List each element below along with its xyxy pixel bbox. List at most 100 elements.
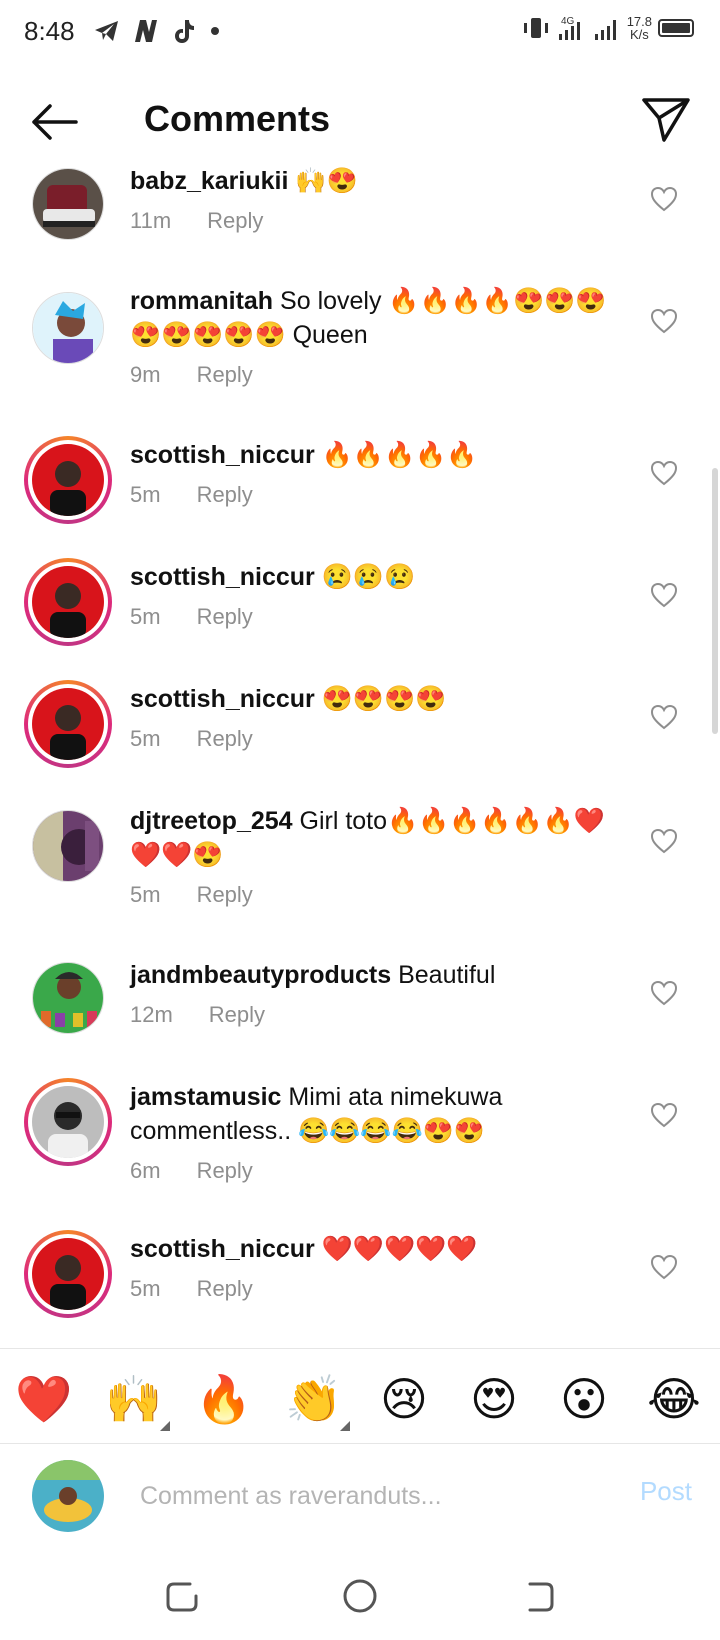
reply-button[interactable]: Reply <box>197 362 253 387</box>
comment-username[interactable]: babz_kariukii <box>130 167 288 195</box>
recents-icon <box>166 1582 198 1612</box>
send-icon <box>642 98 690 142</box>
tiktok-icon <box>175 20 194 43</box>
raising-hands-emoji: 🙌 <box>105 1372 163 1426</box>
raising-hands-emoji-button[interactable]: 🙌 <box>104 1369 170 1431</box>
avatar <box>32 1238 104 1310</box>
comment-text: scottish_niccur 😍😍😍😍 <box>130 682 630 716</box>
comment-text: djtreetop_254 Girl toto🔥🔥🔥🔥🔥🔥❤️❤️❤️😍 <box>130 804 630 872</box>
reply-button[interactable]: Reply <box>207 208 263 233</box>
dot-icon <box>211 27 219 35</box>
heart-icon[interactable] <box>650 1254 678 1280</box>
avatar-story-ring[interactable] <box>24 1230 112 1318</box>
comment-username[interactable]: rommanitah <box>130 287 273 315</box>
heart-icon[interactable] <box>650 582 678 608</box>
comments-list[interactable]: babz_kariukii 🙌😍 11m Reply rommanitah So … <box>0 164 720 1348</box>
header: Comments <box>0 80 720 164</box>
avatar-story-ring[interactable] <box>24 680 112 768</box>
status-bar: 8:48 4G 17.8 K/s <box>0 0 720 66</box>
comment-meta: 11m Reply <box>130 208 263 234</box>
reply-button[interactable]: Reply <box>197 604 253 629</box>
comment-meta: 5m Reply <box>130 726 253 752</box>
comment-meta: 9m Reply <box>130 362 253 388</box>
comment-meta: 5m Reply <box>130 482 253 508</box>
comment-composer: Post <box>0 1444 720 1552</box>
avatar[interactable] <box>32 292 104 364</box>
network-speed: 17.8 K/s <box>627 15 652 41</box>
avatar <box>32 444 104 516</box>
comment-username[interactable]: jandmbeautyproducts <box>130 961 391 989</box>
heart-icon[interactable] <box>650 460 678 486</box>
comment-time: 6m <box>130 1158 161 1183</box>
avatar[interactable] <box>32 810 104 882</box>
clapping-hands-emoji: 👏 <box>285 1372 343 1426</box>
reply-button[interactable]: Reply <box>197 726 253 751</box>
signal-icon <box>594 20 616 40</box>
reply-button[interactable]: Reply <box>209 1002 265 1027</box>
comment-username[interactable]: scottish_niccur <box>130 685 315 713</box>
comment-time: 5m <box>130 604 161 629</box>
reply-button[interactable]: Reply <box>197 1158 253 1183</box>
comment-input[interactable] <box>140 1474 580 1518</box>
crying-face-emoji-button[interactable]: 😢 <box>374 1369 434 1429</box>
signal-4g-icon: 4G <box>558 16 580 40</box>
comment-time: 5m <box>130 882 161 907</box>
reply-button[interactable]: Reply <box>197 482 253 507</box>
comment-time: 11m <box>130 208 172 233</box>
back-button[interactable] <box>28 98 84 146</box>
comment-meta: 12m Reply <box>130 1002 265 1028</box>
comment-meta: 6m Reply <box>130 1158 253 1184</box>
heart-eyes-emoji-button[interactable]: 😍 <box>464 1369 524 1429</box>
heart-icon[interactable] <box>650 828 678 854</box>
back-nav-button[interactable] <box>516 1574 560 1618</box>
comment-content: 🙌😍 <box>288 167 358 195</box>
comment-text: scottish_niccur ❤️❤️❤️❤️❤️ <box>130 1232 630 1266</box>
clapping-hands-emoji-button[interactable]: 👏 <box>284 1369 350 1431</box>
comment-username[interactable]: scottish_niccur <box>130 1235 315 1263</box>
home-button[interactable] <box>338 1574 382 1618</box>
reply-button[interactable]: Reply <box>197 1276 253 1301</box>
speed-unit: K/s <box>629 27 649 42</box>
surprised-face-emoji-button[interactable]: 😮 <box>554 1369 614 1429</box>
comment-time: 9m <box>130 362 161 387</box>
avatar[interactable] <box>32 962 104 1034</box>
comment-content: 😢😢😢 <box>314 563 416 591</box>
skin-tone-indicator <box>340 1421 350 1431</box>
heart-icon[interactable] <box>650 980 678 1006</box>
avatar <box>32 566 104 638</box>
avatar-story-ring[interactable] <box>24 436 112 524</box>
red-heart-emoji-button[interactable]: ❤️ <box>14 1369 74 1429</box>
comment-meta: 5m Reply <box>130 882 253 908</box>
comment-text: jandmbeautyproducts Beautiful <box>130 958 630 992</box>
comment-username[interactable]: scottish_niccur <box>130 563 315 591</box>
recents-button[interactable] <box>160 1574 204 1618</box>
comment-username[interactable]: scottish_niccur <box>130 441 315 469</box>
status-time: 8:48 <box>24 16 75 46</box>
fire-emoji-button[interactable]: 🔥 <box>194 1369 254 1429</box>
comment-username[interactable]: jamstamusic <box>130 1083 281 1111</box>
heart-icon[interactable] <box>650 186 678 212</box>
comment-meta: 5m Reply <box>130 604 253 630</box>
status-app-icons <box>94 18 222 44</box>
arrow-left-icon <box>32 104 78 140</box>
comment-content: 🔥🔥🔥🔥🔥 <box>314 441 478 469</box>
avatar <box>32 1086 104 1158</box>
avatar-story-ring[interactable] <box>24 1078 112 1166</box>
post-button[interactable]: Post <box>640 1476 692 1507</box>
battery-icon <box>658 19 694 37</box>
netflix-icon <box>135 20 157 42</box>
telegram-icon <box>95 21 118 41</box>
comment-username[interactable]: djtreetop_254 <box>130 807 293 835</box>
heart-icon[interactable] <box>650 308 678 334</box>
avatar-story-ring[interactable] <box>24 558 112 646</box>
heart-icon[interactable] <box>650 704 678 730</box>
skin-tone-indicator <box>160 1421 170 1431</box>
tears-of-joy-emoji-button[interactable]: 😂 <box>644 1369 704 1429</box>
avatar <box>32 688 104 760</box>
avatar[interactable] <box>32 168 104 240</box>
heart-icon[interactable] <box>650 1102 678 1128</box>
back-nav-icon <box>528 1582 554 1612</box>
scrollbar[interactable] <box>712 468 718 734</box>
reply-button[interactable]: Reply <box>197 882 253 907</box>
share-button[interactable] <box>640 94 692 146</box>
